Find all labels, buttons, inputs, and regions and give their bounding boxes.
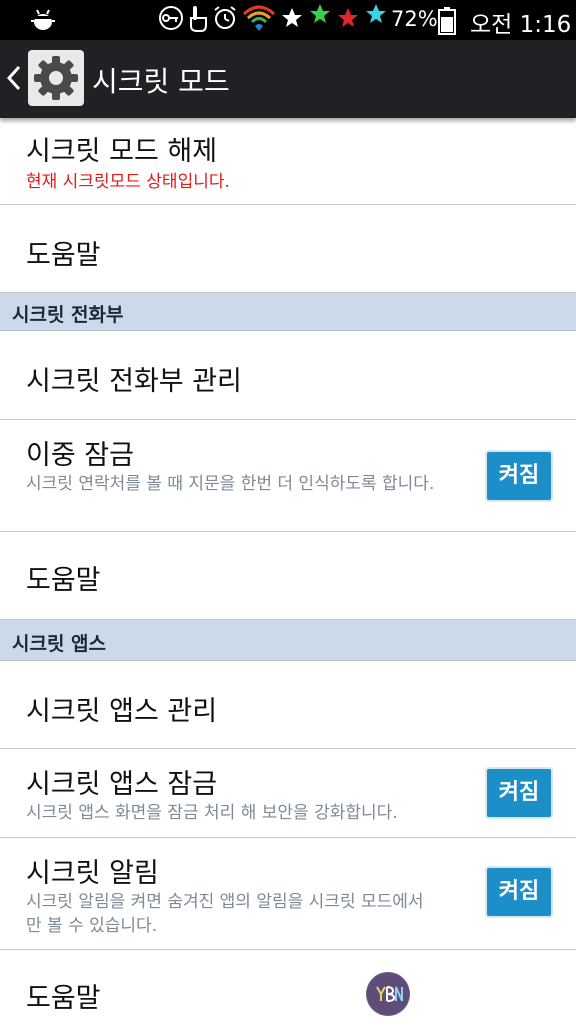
wifi-icon xyxy=(242,4,276,36)
secret-apps-lock-toggle[interactable]: 켜짐 xyxy=(487,769,551,817)
list-item-deactivate-secret-mode[interactable]: 시크릿 모드 해제 현재 시크릿모드 상태입니다. xyxy=(0,118,576,205)
list-item-secret-notification[interactable]: 시크릿 알림 시크릿 알림을 켜면 숨겨진 앱의 알림을 시크릿 모드에서만 볼… xyxy=(0,838,576,950)
list-item-double-lock[interactable]: 이중 잠금 시크릿 연락처를 볼 때 지문을 한번 더 인식하도록 합니다. 켜… xyxy=(0,420,576,532)
settings-list: 시크릿 모드 해제 현재 시크릿모드 상태입니다. 도움말 시크릿 전화부 시크… xyxy=(0,118,576,1030)
watermark-logo xyxy=(366,972,410,1016)
list-item-subtitle: 시크릿 앱스 화면을 잠금 처리 해 보안을 강화합니다. xyxy=(26,803,398,823)
list-item-title: 시크릿 알림 xyxy=(26,858,159,889)
battery-icon xyxy=(438,7,456,39)
section-label: 시크릿 앱스 xyxy=(12,633,107,655)
list-item-subtitle: 현재 시크릿모드 상태입니다. xyxy=(26,172,230,192)
list-item-title: 시크릿 전화부 관리 xyxy=(26,366,242,397)
list-item-help[interactable]: 도움말 xyxy=(0,950,576,1030)
alarm-icon xyxy=(212,5,238,35)
list-item-title: 도움말 xyxy=(26,240,101,271)
list-item-title: 도움말 xyxy=(26,565,101,596)
list-item-title: 시크릿 앱스 잠금 xyxy=(26,769,218,800)
secret-notification-toggle[interactable]: 켜짐 xyxy=(487,868,551,916)
section-label: 시크릿 전화부 xyxy=(12,304,124,326)
list-item-subtitle: 시크릿 연락처를 볼 때 지문을 한번 더 인식하도록 합니다. xyxy=(26,474,435,494)
list-item-title: 시크릿 앱스 관리 xyxy=(26,696,218,727)
star-white-icon xyxy=(280,6,304,34)
section-header-secret-contacts: 시크릿 전화부 xyxy=(0,293,576,331)
double-lock-toggle[interactable]: 켜짐 xyxy=(487,452,551,500)
list-item-secret-contacts-manage[interactable]: 시크릿 전화부 관리 xyxy=(0,331,576,420)
status-bar: 72% 오전 1:16 xyxy=(0,0,576,40)
list-item-help[interactable]: 도움말 xyxy=(0,532,576,620)
action-bar: 시크릿 모드 xyxy=(0,40,576,118)
section-header-secret-apps: 시크릿 앱스 xyxy=(0,620,576,661)
status-time: 오전 1:16 xyxy=(470,12,572,38)
star-red-icon xyxy=(336,6,360,34)
touch-icon xyxy=(188,4,208,36)
star-cyan-icon xyxy=(364,2,388,30)
android-bug-icon xyxy=(30,7,56,35)
list-item-subtitle: 시크릿 알림을 켜면 숨겨진 앱의 알림을 시크릿 모드에서만 볼 수 있습니다… xyxy=(26,892,424,936)
list-item-secret-apps-manage[interactable]: 시크릿 앱스 관리 xyxy=(0,661,576,749)
page-title: 시크릿 모드 xyxy=(92,65,230,98)
back-arrow-icon[interactable] xyxy=(6,64,22,96)
list-item-title: 시크릿 모드 해제 xyxy=(26,136,218,167)
list-item-title: 이중 잠금 xyxy=(26,440,134,471)
list-item-secret-apps-lock[interactable]: 시크릿 앱스 잠금 시크릿 앱스 화면을 잠금 처리 해 보안을 강화합니다. … xyxy=(0,749,576,838)
battery-percent: 72% xyxy=(391,7,438,31)
list-item-title: 도움말 xyxy=(26,983,101,1014)
key-icon xyxy=(158,5,184,35)
settings-app-icon[interactable] xyxy=(28,50,84,106)
star-green-icon xyxy=(308,2,332,30)
list-item-help[interactable]: 도움말 xyxy=(0,205,576,293)
